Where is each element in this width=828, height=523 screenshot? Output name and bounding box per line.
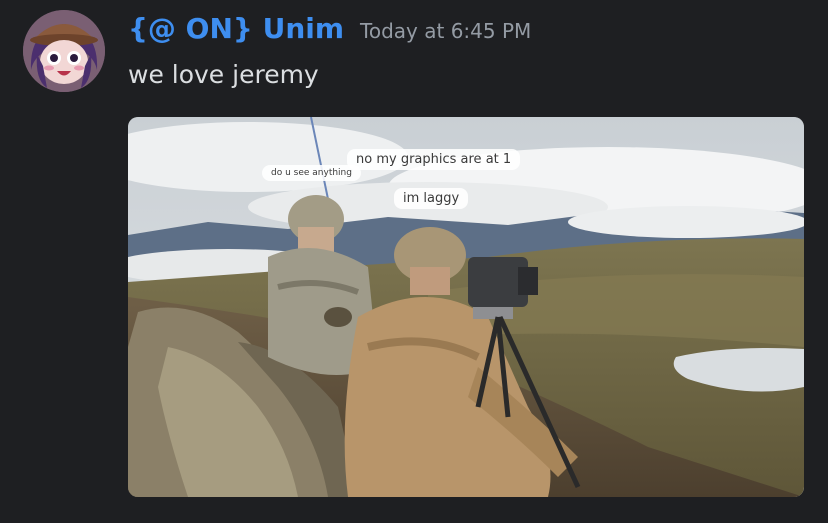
caption-3: im laggy [394,188,469,209]
image-attachment[interactable]: do u see anything no my graphics are at … [128,117,804,497]
user-avatar[interactable] [23,10,105,92]
caption-2: no my graphics are at 1 [347,149,521,170]
chat-message: {@ ON} Unim Today at 6:45 PM we love jer… [0,0,828,523]
anime-avatar-icon [23,10,105,92]
caption-1: do u see anything [262,165,361,181]
timestamp[interactable]: Today at 6:45 PM [360,19,531,43]
soldiers-photo-icon [128,117,804,497]
message-text: we love jeremy [128,60,319,89]
message-header: {@ ON} Unim Today at 6:45 PM [128,12,531,48]
username[interactable]: {@ ON} Unim [128,12,344,45]
